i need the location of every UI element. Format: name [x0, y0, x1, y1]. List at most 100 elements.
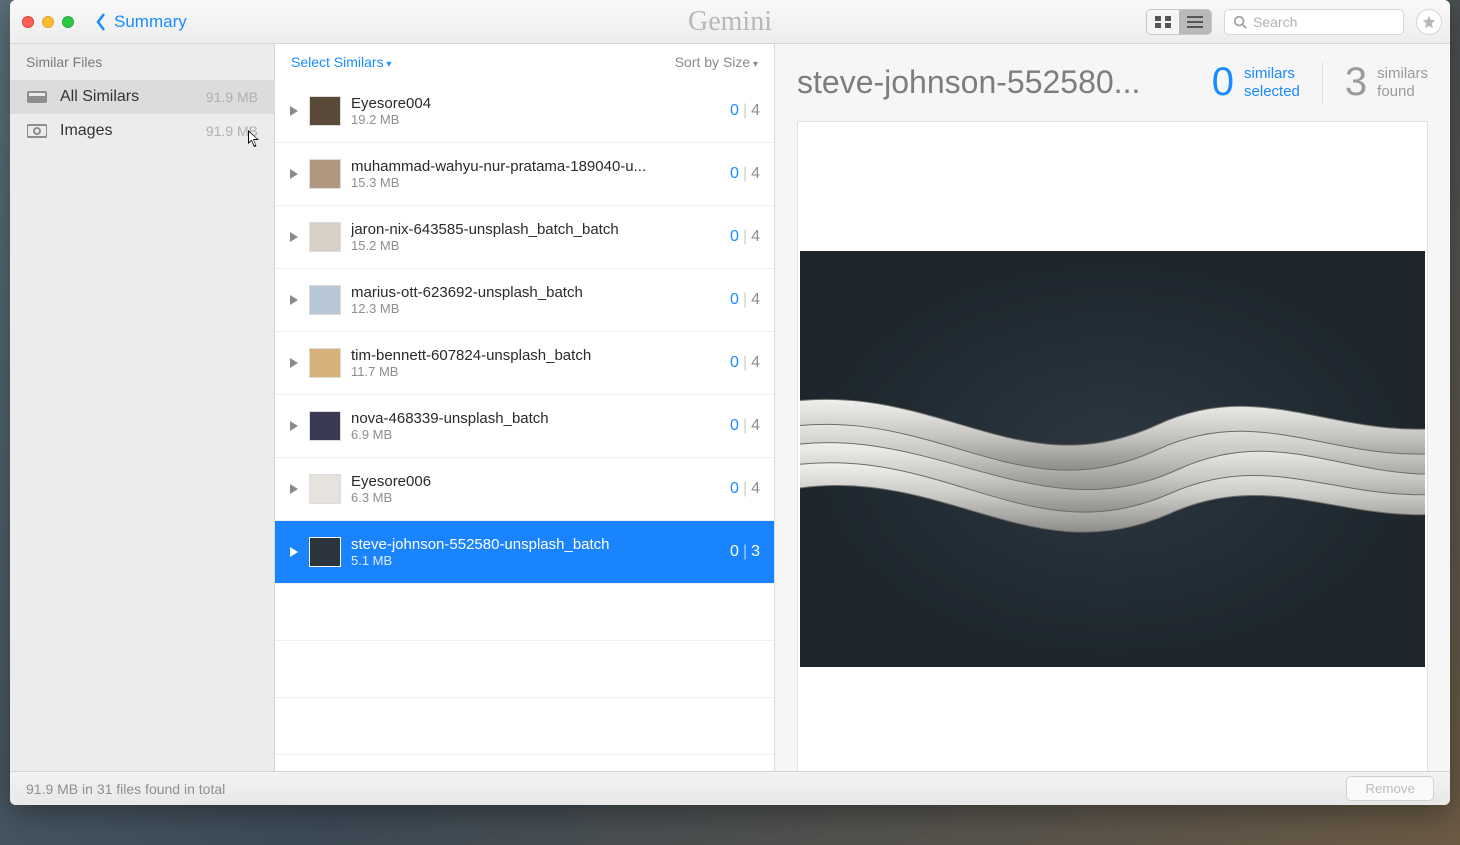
selected-count: 0 [730, 165, 739, 182]
found-count: 3 [1345, 60, 1367, 105]
selected-count: 0 [730, 417, 739, 434]
disclosure-triangle-icon[interactable] [289, 358, 299, 368]
sidebar-item-images[interactable]: Images91.9 MB [10, 114, 274, 148]
sidebar-item-all-similars[interactable]: All Similars 91.9 MB [10, 80, 274, 114]
total-count: 4 [751, 480, 760, 497]
file-thumbnail [309, 537, 341, 567]
back-summary-button[interactable]: Summary [94, 12, 187, 32]
file-row[interactable]: steve-johnson-552580-unsplash_batch5.1 M… [275, 521, 774, 584]
list-view-button[interactable] [1179, 10, 1211, 34]
file-size: 6.3 MB [351, 490, 720, 505]
disclosure-triangle-icon[interactable] [289, 169, 299, 179]
disclosure-triangle-icon[interactable] [289, 106, 299, 116]
disclosure-triangle-icon[interactable] [289, 295, 299, 305]
close-window-button[interactable] [22, 16, 34, 28]
total-count: 4 [751, 102, 760, 119]
select-similars-dropdown[interactable]: Select Similars [291, 54, 391, 70]
disclosure-triangle-icon[interactable] [289, 484, 299, 494]
preview-illustration [800, 364, 1425, 554]
file-info: nova-468339-unsplash_batch6.9 MB [351, 410, 720, 442]
file-info: Eyesore00419.2 MB [351, 95, 720, 127]
grid-view-button[interactable] [1147, 10, 1179, 34]
total-count: 4 [751, 291, 760, 308]
status-bar: 91.9 MB in 31 files found in total Remov… [10, 771, 1450, 805]
file-row[interactable]: jaron-nix-643585-unsplash_batch_batch15.… [275, 206, 774, 269]
file-row[interactable]: Eyesore00419.2 MB 0|4 [275, 80, 774, 143]
favorites-button[interactable] [1416, 9, 1442, 35]
preview-header: steve-johnson-552580... 0 similars selec… [797, 60, 1428, 105]
view-mode-segmented [1146, 9, 1212, 35]
file-thumbnail [309, 411, 341, 441]
file-size: 15.3 MB [351, 175, 720, 190]
preview-image [800, 251, 1425, 668]
sidebar-header: Similar Files [10, 44, 274, 80]
chevron-left-icon [94, 12, 108, 32]
file-row[interactable]: nova-468339-unsplash_batch6.9 MB 0|4 [275, 395, 774, 458]
file-row[interactable]: tim-bennett-607824-unsplash_batch11.7 MB… [275, 332, 774, 395]
file-size: 11.7 MB [351, 364, 720, 379]
file-name: marius-ott-623692-unsplash_batch [351, 284, 720, 301]
preview-image-frame [797, 121, 1428, 797]
camera-icon [26, 122, 48, 140]
sidebar-item-size: 91.9 MB [206, 89, 258, 105]
preview-panel: steve-johnson-552580... 0 similars selec… [775, 44, 1450, 805]
sidebar-item-label: All Similars [60, 88, 194, 106]
file-counts: 0|4 [730, 480, 760, 498]
file-info: jaron-nix-643585-unsplash_batch_batch15.… [351, 221, 720, 253]
search-icon [1233, 15, 1247, 29]
main-body: Similar Files All Similars91.9 MBImages9… [10, 44, 1450, 805]
remove-button[interactable]: Remove [1346, 776, 1434, 801]
file-counts: 0|4 [730, 228, 760, 246]
selected-count: 0 [730, 102, 739, 119]
file-size: 12.3 MB [351, 301, 720, 316]
file-name: nova-468339-unsplash_batch [351, 410, 720, 427]
file-list-header: Select Similars Sort by Size [275, 44, 774, 80]
minimize-window-button[interactable] [42, 16, 54, 28]
stack-icon [26, 88, 48, 106]
file-thumbnail [309, 159, 341, 189]
disclosure-triangle-icon[interactable] [289, 547, 299, 557]
titlebar: Summary Gemini [10, 0, 1450, 44]
file-thumbnail [309, 96, 341, 126]
search-placeholder: Search [1253, 14, 1297, 30]
file-name: muhammad-wahyu-nur-pratama-189040-u... [351, 158, 720, 175]
disclosure-triangle-icon[interactable] [289, 421, 299, 431]
found-label: similars found [1377, 65, 1428, 100]
window-controls [18, 16, 74, 28]
file-counts: 0|4 [730, 417, 760, 435]
file-list: Eyesore00419.2 MB0|4muhammad-wahyu-nur-p… [275, 80, 774, 805]
file-info: steve-johnson-552580-unsplash_batch5.1 M… [351, 536, 720, 568]
empty-row [275, 584, 774, 641]
file-thumbnail [309, 222, 341, 252]
similars-found-stat: 3 similars found [1345, 60, 1428, 105]
file-counts: 0|4 [730, 102, 760, 120]
file-size: 19.2 MB [351, 112, 720, 127]
disclosure-triangle-icon[interactable] [289, 232, 299, 242]
maximize-window-button[interactable] [62, 16, 74, 28]
file-row[interactable]: muhammad-wahyu-nur-pratama-189040-u...15… [275, 143, 774, 206]
file-row[interactable]: Eyesore0066.3 MB 0|4 [275, 458, 774, 521]
file-thumbnail [309, 348, 341, 378]
search-input[interactable]: Search [1224, 9, 1404, 35]
sidebar: Similar Files All Similars91.9 MBImages9… [10, 44, 275, 805]
app-logo: Gemini [688, 6, 772, 38]
file-row[interactable]: marius-ott-623692-unsplash_batch12.3 MB0… [275, 269, 774, 332]
file-thumbnail [309, 474, 341, 504]
sidebar-item-size: 91.9 MB [206, 123, 258, 139]
total-count: 4 [751, 228, 760, 245]
stat-divider [1322, 62, 1323, 104]
selected-count: 0 [730, 228, 739, 245]
grid-icon [1155, 16, 1171, 28]
similars-selected-stat: 0 similars selected [1212, 60, 1300, 105]
status-text: 91.9 MB in 31 files found in total [26, 781, 225, 797]
total-count: 3 [751, 543, 760, 560]
total-count: 4 [751, 417, 760, 434]
file-name: Eyesore004 [351, 95, 720, 112]
empty-row [275, 698, 774, 755]
list-icon [1187, 16, 1203, 28]
sort-dropdown[interactable]: Sort by Size [675, 54, 758, 70]
file-name: tim-bennett-607824-unsplash_batch [351, 347, 720, 364]
total-count: 4 [751, 165, 760, 182]
file-counts: 0|4 [730, 165, 760, 183]
file-info: Eyesore0066.3 MB [351, 473, 720, 505]
